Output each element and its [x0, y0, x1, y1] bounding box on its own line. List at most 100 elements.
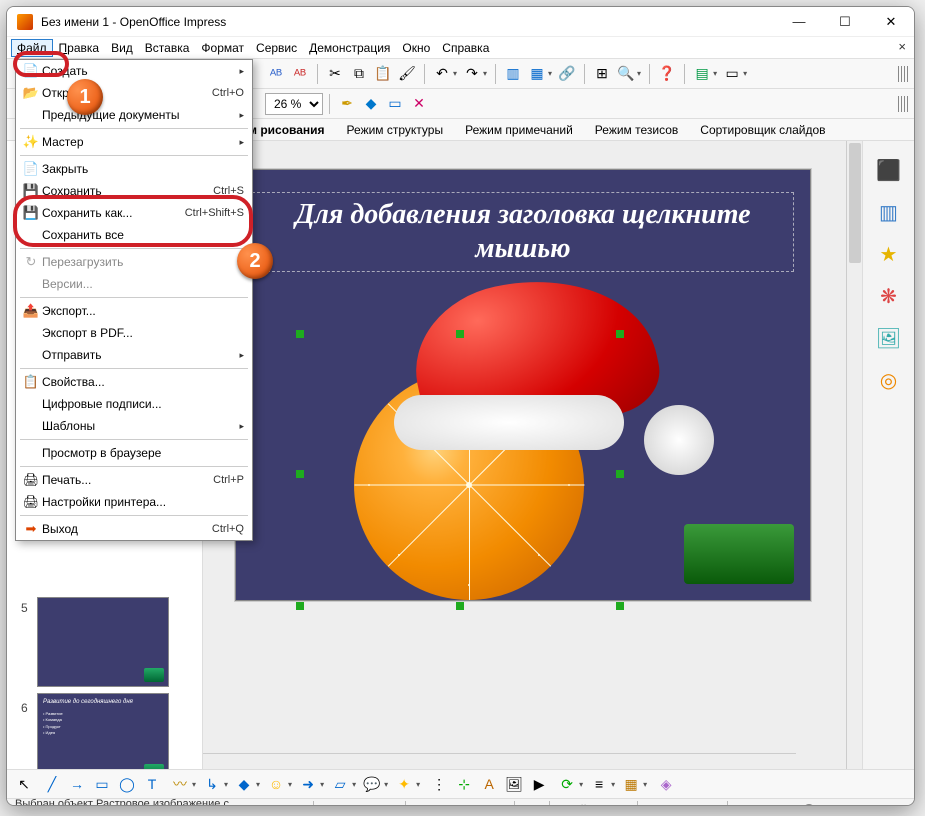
- navigator-side-icon[interactable]: ◎: [874, 365, 904, 395]
- sel-handle[interactable]: [296, 330, 304, 338]
- extrusion-icon[interactable]: ◈: [655, 773, 677, 795]
- zoom-slider[interactable]: ⊖⊕: [727, 801, 906, 806]
- hyperlink-icon[interactable]: 🔗: [556, 63, 578, 85]
- sel-handle[interactable]: [296, 470, 304, 478]
- menu-open[interactable]: 📂Открыть...Ctrl+O: [16, 82, 252, 104]
- slide-canvas[interactable]: Для добавления заголовка щелкните мышью: [235, 169, 811, 601]
- slideshow-icon[interactable]: ▭: [721, 63, 743, 85]
- help-icon[interactable]: ❓: [656, 63, 678, 85]
- basic-shapes-icon[interactable]: ◆: [233, 773, 255, 795]
- pen-icon[interactable]: ✒: [336, 93, 358, 115]
- toolbar-grip-2[interactable]: [898, 96, 908, 112]
- undo-icon[interactable]: ↶: [431, 63, 453, 85]
- menu-versions[interactable]: Версии...: [16, 273, 252, 295]
- sel-handle[interactable]: [616, 330, 624, 338]
- points-icon[interactable]: ⋮: [428, 773, 450, 795]
- ellipse-tool-icon[interactable]: ◯: [116, 773, 138, 795]
- block-arrows-icon[interactable]: ➜: [297, 773, 319, 795]
- minimize-button[interactable]: —: [776, 7, 822, 37]
- gallery-side-icon[interactable]: 🖼: [874, 323, 904, 353]
- tab-notes[interactable]: Режим примечаний: [454, 120, 584, 140]
- menu-print[interactable]: 🖨Печать...Ctrl+P: [16, 469, 252, 491]
- menu-digsig[interactable]: Цифровые подписи...: [16, 393, 252, 415]
- transition-icon[interactable]: ❋: [874, 281, 904, 311]
- symbol-shapes-icon[interactable]: ☺: [265, 773, 287, 795]
- menu-new[interactable]: 📄Создать▸: [16, 60, 252, 82]
- menu-edit[interactable]: Правка: [53, 39, 106, 57]
- menu-format[interactable]: Формат: [195, 39, 250, 57]
- select-tool-icon[interactable]: ↖: [13, 773, 35, 795]
- menu-window[interactable]: Окно: [396, 39, 436, 57]
- tab-handout[interactable]: Режим тезисов: [584, 120, 690, 140]
- menu-reload[interactable]: ↻Перезагрузить: [16, 251, 252, 273]
- menu-recent[interactable]: Предыдущие документы▸: [16, 104, 252, 126]
- menu-wizard[interactable]: ✨Мастер▸: [16, 131, 252, 153]
- tab-outline[interactable]: Режим структуры: [336, 120, 455, 140]
- menu-send[interactable]: Отправить▸: [16, 344, 252, 366]
- menu-saveall[interactable]: Сохранить все: [16, 224, 252, 246]
- menu-tools[interactable]: Сервис: [250, 39, 303, 57]
- slide-thumb-6[interactable]: Развитие до сегодняшнего дня • Развитие•…: [37, 693, 169, 769]
- sel-handle[interactable]: [456, 330, 464, 338]
- properties-icon[interactable]: ⬛: [874, 155, 904, 185]
- menu-templates[interactable]: Шаблоны▸: [16, 415, 252, 437]
- zoom-icon[interactable]: 🔍: [615, 63, 637, 85]
- gallery-icon[interactable]: ▤: [691, 63, 713, 85]
- menu-saveas[interactable]: 💾Сохранить как...Ctrl+Shift+S: [16, 202, 252, 224]
- text-tool-icon[interactable]: T: [141, 773, 163, 795]
- glue-icon[interactable]: ◆: [360, 93, 382, 115]
- menu-insert[interactable]: Вставка: [139, 39, 196, 57]
- menu-printer[interactable]: 🖨Настройки принтера...: [16, 491, 252, 513]
- menu-properties[interactable]: 📋Свойства...: [16, 371, 252, 393]
- menu-close[interactable]: 📄Закрыть: [16, 158, 252, 180]
- menu-view[interactable]: Вид: [105, 39, 139, 57]
- chart-icon[interactable]: ▥: [502, 63, 524, 85]
- rect-tool-icon[interactable]: ▭: [91, 773, 113, 795]
- navigator-icon[interactable]: ⊞: [591, 63, 613, 85]
- menu-preview[interactable]: Просмотр в браузере: [16, 442, 252, 464]
- vertical-scrollbar[interactable]: [846, 141, 862, 769]
- tab-sorter[interactable]: Сортировщик слайдов: [689, 120, 836, 140]
- sel-handle[interactable]: [296, 602, 304, 610]
- menu-help[interactable]: Справка: [436, 39, 495, 57]
- menu-save[interactable]: 💾СохранитьCtrl+S: [16, 180, 252, 202]
- sel-handle[interactable]: [456, 602, 464, 610]
- paste-icon[interactable]: 📋: [372, 63, 394, 85]
- cut-icon[interactable]: ✂: [324, 63, 346, 85]
- arrow-tool-icon[interactable]: →: [66, 773, 88, 795]
- sel-handle[interactable]: [616, 470, 624, 478]
- toolbar-grip[interactable]: [898, 66, 908, 82]
- stars-icon[interactable]: ✦: [393, 773, 415, 795]
- table-icon[interactable]: ▦: [526, 63, 548, 85]
- align-icon[interactable]: ≡: [588, 773, 610, 795]
- fontwork-icon[interactable]: A: [478, 773, 500, 795]
- effects-icon[interactable]: ✕: [408, 93, 430, 115]
- format-paint-icon[interactable]: 🖌: [396, 63, 418, 85]
- copy-icon[interactable]: ⧉: [348, 63, 370, 85]
- zoom-select[interactable]: 26 %: [265, 93, 323, 115]
- connector-icon[interactable]: ↳: [201, 773, 223, 795]
- menu-slideshow[interactable]: Демонстрация: [303, 39, 396, 57]
- animation-icon[interactable]: ★: [874, 239, 904, 269]
- flowchart-icon[interactable]: ▱: [329, 773, 351, 795]
- glue-points-icon[interactable]: ⊹: [453, 773, 475, 795]
- menu-exportpdf[interactable]: Экспорт в PDF...: [16, 322, 252, 344]
- menu-exit[interactable]: ➡ВыходCtrl+Q: [16, 518, 252, 540]
- line-tool-icon[interactable]: ╱: [41, 773, 63, 795]
- horizontal-scrollbar[interactable]: [203, 753, 796, 769]
- menu-file[interactable]: Файл: [11, 39, 53, 57]
- spellcheck-icon[interactable]: ᴬᴮ: [265, 63, 287, 85]
- maximize-button[interactable]: ☐: [822, 7, 868, 37]
- arrange-icon[interactable]: ▦: [620, 773, 642, 795]
- doc-close-icon[interactable]: ×: [898, 39, 906, 54]
- masters-icon[interactable]: ▥: [874, 197, 904, 227]
- close-button[interactable]: ✕: [868, 7, 914, 37]
- rotate-icon[interactable]: ⟳: [556, 773, 578, 795]
- from-file-icon[interactable]: 🖼: [503, 773, 525, 795]
- curve-icon[interactable]: 〰: [169, 773, 191, 795]
- menu-export[interactable]: 📤Экспорт...: [16, 300, 252, 322]
- autospell-icon[interactable]: ᴬᴮ: [289, 63, 311, 85]
- redo-icon[interactable]: ↷: [461, 63, 483, 85]
- sel-handle[interactable]: [616, 602, 624, 610]
- slide-thumb-5[interactable]: [37, 597, 169, 687]
